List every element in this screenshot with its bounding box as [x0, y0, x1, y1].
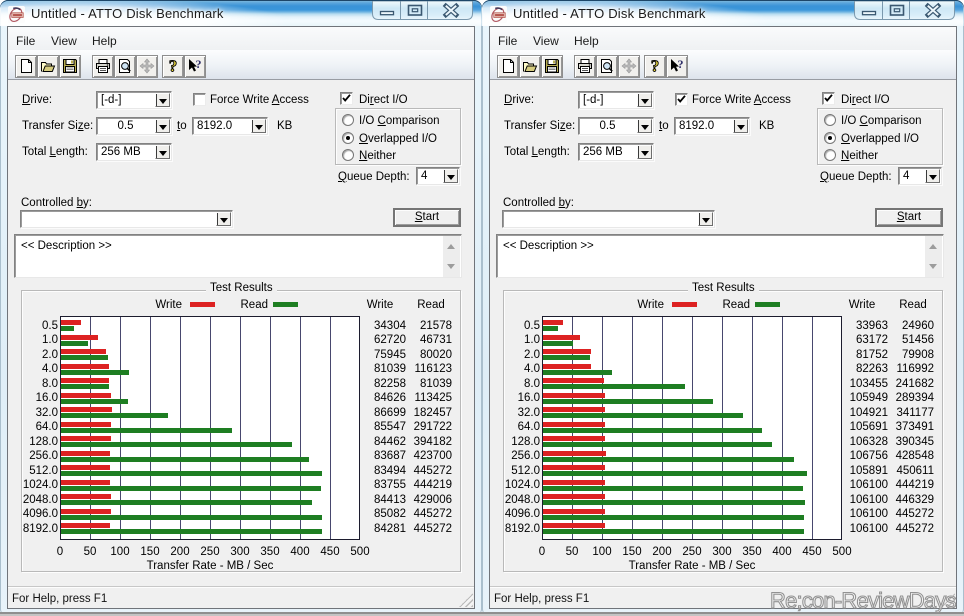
- svg-text:?: ?: [678, 58, 684, 71]
- svg-text:?: ?: [196, 58, 202, 71]
- svg-text:?: ?: [169, 58, 178, 74]
- svg-text:?: ?: [651, 58, 660, 74]
